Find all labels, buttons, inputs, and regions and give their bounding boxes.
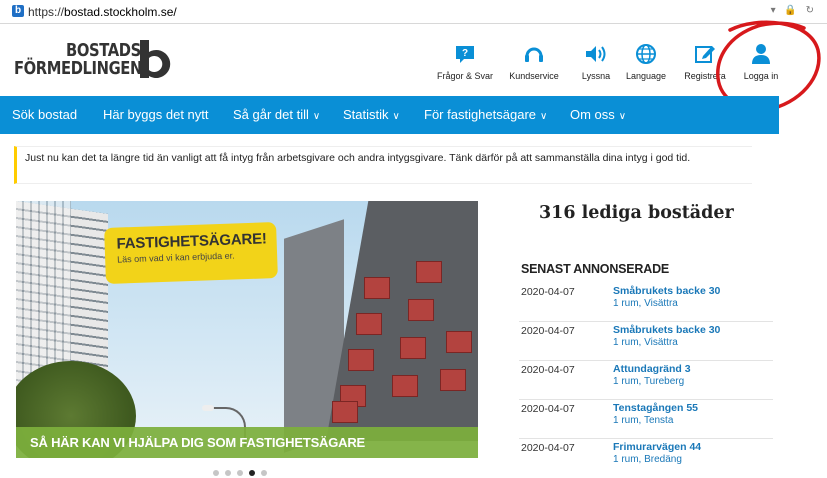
nav-item-om-oss[interactable]: Om oss ∨ (570, 107, 626, 122)
hero-banner-text: SÅ HÄR KAN VI HJÄLPA DIG SOM FASTIGHETSÄ… (30, 435, 366, 450)
main-nav: Sök bostad Här byggs det nytt Så går det… (0, 96, 779, 134)
faq-label: Frågor & Svar (436, 71, 494, 81)
faq-link[interactable]: ? Frågor & Svar (430, 40, 500, 81)
chevron-down-icon: ∨ (540, 111, 548, 122)
listing-item: 2020-04-07 Småbrukets backe 30 1 rum, Vi… (519, 283, 773, 322)
url-field[interactable]: https://bostad.stockholm.se/ (28, 5, 177, 19)
customer-service-link[interactable]: Kundservice (499, 40, 569, 81)
listing-info[interactable]: 1 rum, Visättra (613, 337, 678, 348)
chevron-down-icon: ∨ (618, 111, 627, 122)
recent-listings-heading: SENAST ANNONSERADE (521, 262, 670, 276)
headset-icon (525, 47, 543, 62)
hero-balcony (348, 349, 374, 371)
recent-listings: 2020-04-07 Småbrukets backe 30 1 rum, Vi… (519, 283, 773, 478)
nav-item-har-byggs[interactable]: Här byggs det nytt (103, 107, 209, 122)
carousel-dots (213, 470, 267, 476)
carousel-dot[interactable] (237, 470, 243, 476)
nav-item-fastighetsagare[interactable]: För fastighetsägare ∨ (424, 107, 547, 122)
hero-balcony (392, 375, 418, 397)
carousel-dot[interactable] (261, 470, 267, 476)
notice-text: Just nu kan det ta längre tid än vanligt… (25, 152, 691, 164)
url-scheme: https:// (28, 5, 65, 19)
chevron-down-icon: ∨ (312, 111, 321, 122)
hero-carousel-slide[interactable]: FASTIGHETSÄGARE! Läs om vad vi kan erbju… (16, 201, 478, 458)
notice-banner: Just nu kan det ta längre tid än vanligt… (14, 146, 752, 184)
question-icon: ? (456, 46, 474, 63)
carousel-dot-active[interactable] (249, 470, 255, 476)
speaker-icon (586, 46, 606, 62)
globe-icon (636, 44, 656, 64)
listing-item: 2020-04-07 Attundagränd 3 1 rum, Tureber… (519, 361, 773, 400)
listing-item: 2020-04-07 Småbrukets backe 30 1 rum, Vi… (519, 322, 773, 361)
carousel-dot[interactable] (225, 470, 231, 476)
site-favicon: b (12, 5, 24, 17)
hero-balcony (416, 261, 442, 283)
customer-service-label: Kundservice (509, 71, 559, 81)
listing-info[interactable]: 1 rum, Tureberg (613, 376, 684, 387)
listing-date: 2020-04-07 (521, 403, 575, 415)
hero-balcony (408, 299, 434, 321)
listing-date: 2020-04-07 (521, 286, 575, 298)
listing-date: 2020-04-07 (521, 364, 575, 376)
listing-info[interactable]: 1 rum, Tensta (613, 415, 673, 426)
hero-balcony (400, 337, 426, 359)
listing-street-link[interactable]: Småbrukets backe 30 (613, 324, 720, 336)
nav-item-sa-gar-det-till[interactable]: Så går det till ∨ (233, 107, 320, 122)
listing-street-link[interactable]: Frimurarvägen 44 (613, 441, 701, 453)
listing-date: 2020-04-07 (521, 442, 575, 454)
hero-balcony (332, 401, 358, 423)
hero-yellow-sign[interactable]: FASTIGHETSÄGARE! Läs om vad vi kan erbju… (104, 222, 278, 284)
hero-balcony (364, 277, 390, 299)
listing-item: 2020-04-07 Tenstagången 55 1 rum, Tensta (519, 400, 773, 439)
listing-info[interactable]: 1 rum, Bredäng (613, 454, 682, 465)
svg-text:?: ? (462, 48, 468, 59)
listing-date: 2020-04-07 (521, 325, 575, 337)
hero-balcony (356, 313, 382, 335)
carousel-dot[interactable] (213, 470, 219, 476)
chevron-down-icon: ∨ (392, 111, 400, 122)
hero-banner[interactable]: SÅ HÄR KAN VI HJÄLPA DIG SOM FASTIGHETSÄ… (16, 427, 478, 458)
listing-item: 2020-04-07 Frimurarvägen 44 1 rum, Bredä… (519, 439, 773, 478)
listing-street-link[interactable]: Småbrukets backe 30 (613, 285, 720, 297)
url-host: bostad.stockholm.se/ (64, 5, 177, 19)
listing-street-link[interactable]: Attundagränd 3 (613, 363, 691, 375)
nav-item-statistik[interactable]: Statistik ∨ (343, 107, 400, 122)
hero-balcony (446, 331, 472, 353)
hero-balcony (440, 369, 466, 391)
listing-info[interactable]: 1 rum, Visättra (613, 298, 678, 309)
nav-item-sok-bostad[interactable]: Sök bostad (12, 107, 77, 122)
listing-street-link[interactable]: Tenstagången 55 (613, 402, 698, 414)
hero-streetlamp-head (202, 405, 214, 411)
available-count-heading[interactable]: 316 lediga bostäder (539, 203, 734, 223)
